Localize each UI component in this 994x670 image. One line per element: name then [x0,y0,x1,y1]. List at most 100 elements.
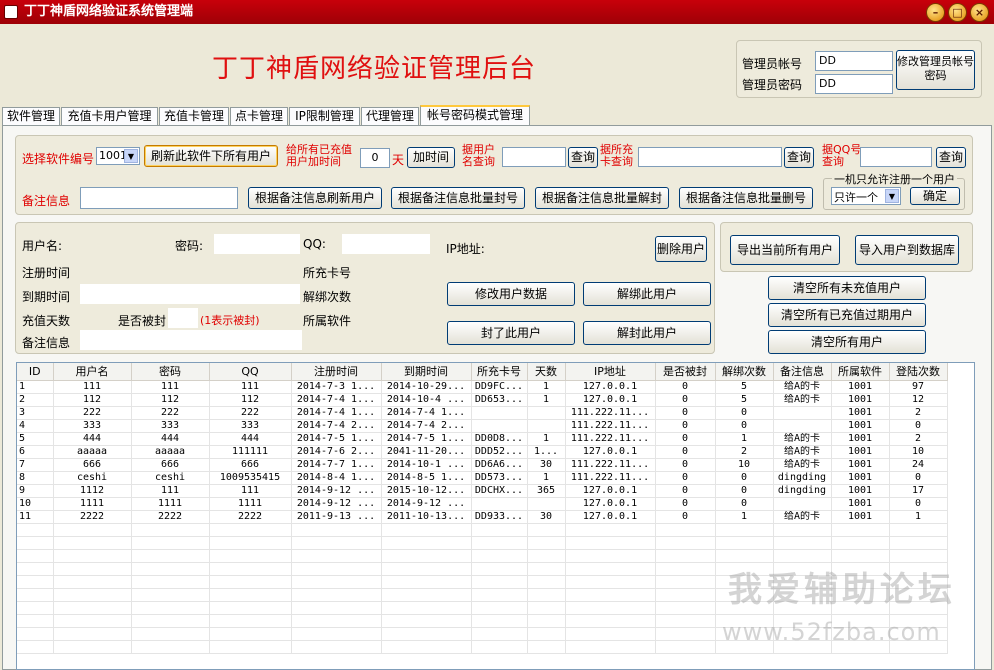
add-time-input[interactable]: 0 [360,148,390,168]
refresh-all-users-button[interactable]: 刷新此软件下所有用户 [144,145,278,167]
tab-point-cards[interactable]: 点卡管理 [230,107,288,126]
table-row[interactable] [17,536,948,550]
table-cell [291,640,382,654]
query-qq-button[interactable]: 查询 [936,147,966,168]
table-row[interactable]: 4 333 333 333 2014-7-4 2... 2014-7-4 2... 111.… [17,419,948,433]
table-cell: 112 [131,393,210,407]
table-cell: 1001 [831,406,890,420]
table-cell [565,523,656,537]
column-header[interactable]: ID [17,363,54,381]
column-header[interactable]: QQ [209,363,292,381]
column-header[interactable]: 到期时间 [381,363,472,381]
tab-recharge-cards[interactable]: 充值卡管理 [159,107,229,126]
close-button[interactable]: × [970,3,989,22]
table-row[interactable]: 5 444 444 444 2014-7-5 1... 2014-7-5 1... DD0D… [17,432,948,446]
column-header[interactable]: 解绑次数 [715,363,774,381]
tab-ip-limit[interactable]: IP限制管理 [289,107,360,126]
tab-software[interactable]: 软件管理 [2,107,60,126]
modify-user-button[interactable]: 修改用户数据 [447,282,575,306]
table-cell [291,575,382,589]
table-cell: 1001 [831,458,890,472]
table-cell [565,640,656,654]
table-cell [471,601,528,615]
modify-admin-button[interactable]: 修改管理员帐号密码 [896,50,975,90]
column-header[interactable]: 用户名 [53,363,132,381]
column-header[interactable]: IP地址 [565,363,656,381]
clear-expired-button[interactable]: 清空所有已充值过期用户 [768,303,926,327]
table-cell: 111.222.11... [565,458,656,472]
minimize-button[interactable]: – [926,3,945,22]
column-header[interactable]: 所属软件 [831,363,890,381]
unban-user-button[interactable]: 解封此用户 [583,321,711,345]
table-cell: 1 [889,510,948,524]
tab-agents[interactable]: 代理管理 [361,107,419,126]
table-cell [773,497,832,511]
column-header[interactable]: 注册时间 [291,363,382,381]
query-card-input[interactable] [638,147,782,167]
detail-remark-input[interactable] [80,330,302,350]
table-cell: 0 [655,432,716,446]
table-row[interactable]: 9 1112 111 111 2014-9-12 ... 2015-10-12... DDC… [17,484,948,498]
banned-input[interactable] [168,308,198,328]
query-card-button[interactable]: 查询 [784,147,814,168]
delete-by-remark-button[interactable]: 根据备注信息批量删号 [679,187,813,209]
admin-account-input[interactable]: DD [815,51,893,71]
one-machine-select[interactable]: 只许一个 ▼ [831,187,901,205]
admin-password-input[interactable]: DD [815,74,893,94]
expire-time-input[interactable] [80,284,300,304]
table-row[interactable]: 1 111 111 111 2014-7-3 1... 2014-10-29... DD9F… [17,380,948,394]
table-cell [291,614,382,628]
table-cell [655,614,716,628]
table-cell [381,627,472,641]
table-row[interactable]: 8 ceshi ceshi 1009535415 2014-8-4 1... 2014-8… [17,471,948,485]
table-cell: 1001 [831,393,890,407]
export-users-button[interactable]: 导出当前所有用户 [730,235,840,265]
remark-input[interactable] [80,187,238,209]
table-cell: 2014-7-4 2... [291,419,382,433]
column-header[interactable]: 天数 [527,363,566,381]
table-row[interactable]: 7 666 666 666 2014-7-7 1... 2014-10-1 ... DD6A… [17,458,948,472]
refresh-by-remark-button[interactable]: 根据备注信息刷新用户 [248,187,382,209]
unbind-user-button[interactable]: 解绑此用户 [583,282,711,306]
table-cell: 24 [889,458,948,472]
delete-user-button[interactable]: 删除用户 [655,236,707,262]
column-header[interactable]: 登陆次数 [889,363,948,381]
table-row[interactable] [17,549,948,563]
maximize-button[interactable]: □ [948,3,967,22]
column-header[interactable]: 所充卡号 [471,363,528,381]
query-qq-input[interactable] [860,147,932,167]
table-row[interactable]: 11 2222 2222 2222 2011-9-13 ... 2011-10-13...… [17,510,948,524]
table-cell: 1 [527,380,566,394]
qq-input[interactable] [342,234,430,254]
tab-account-password-mode[interactable]: 帐号密码模式管理 [420,105,530,126]
password-input[interactable] [214,234,300,254]
table-row[interactable]: 2 112 112 112 2014-7-4 1... 2014-10-4 ... DD65… [17,393,948,407]
card-no-label: 所充卡号 [303,266,352,280]
table-row[interactable] [17,523,948,537]
table-cell: 222 [131,406,210,420]
confirm-button[interactable]: 确定 [910,187,960,205]
import-users-button[interactable]: 导入用户到数据库 [855,235,959,265]
software-no-select[interactable]: 1001 ▼ [96,147,140,165]
table-row[interactable]: 10 1111 1111 1111 2014-9-12 ... 2014-9-12 ...… [17,497,948,511]
ban-by-remark-button[interactable]: 根据备注信息批量封号 [391,187,525,209]
query-user-input[interactable] [502,147,566,167]
clear-unpaid-button[interactable]: 清空所有未充值用户 [768,276,926,300]
tab-recharge-card-users[interactable]: 充值卡用户管理 [61,107,158,126]
table-cell: 111.222.11... [565,471,656,485]
ban-user-button[interactable]: 封了此用户 [447,321,575,345]
table-row[interactable]: 6 aaaaa aaaaa 111111 2014-7-6 2... 2041-11-20… [17,445,948,459]
table-cell [773,523,832,537]
table-cell: 1... [527,445,566,459]
clear-all-users-button[interactable]: 清空所有用户 [768,330,926,354]
table-cell: 1 [527,393,566,407]
admin-password-label: 管理员密码 [742,78,803,92]
table-row[interactable]: 3 222 222 222 2014-7-4 1... 2014-7-4 1... 111.… [17,406,948,420]
add-time-button[interactable]: 加时间 [407,147,455,168]
column-header[interactable]: 密码 [131,363,210,381]
column-header[interactable]: 备注信息 [773,363,832,381]
unban-by-remark-button[interactable]: 根据备注信息批量解封 [535,187,669,209]
query-user-button[interactable]: 查询 [568,147,598,168]
table-cell [53,627,132,641]
column-header[interactable]: 是否被封 [655,363,716,381]
